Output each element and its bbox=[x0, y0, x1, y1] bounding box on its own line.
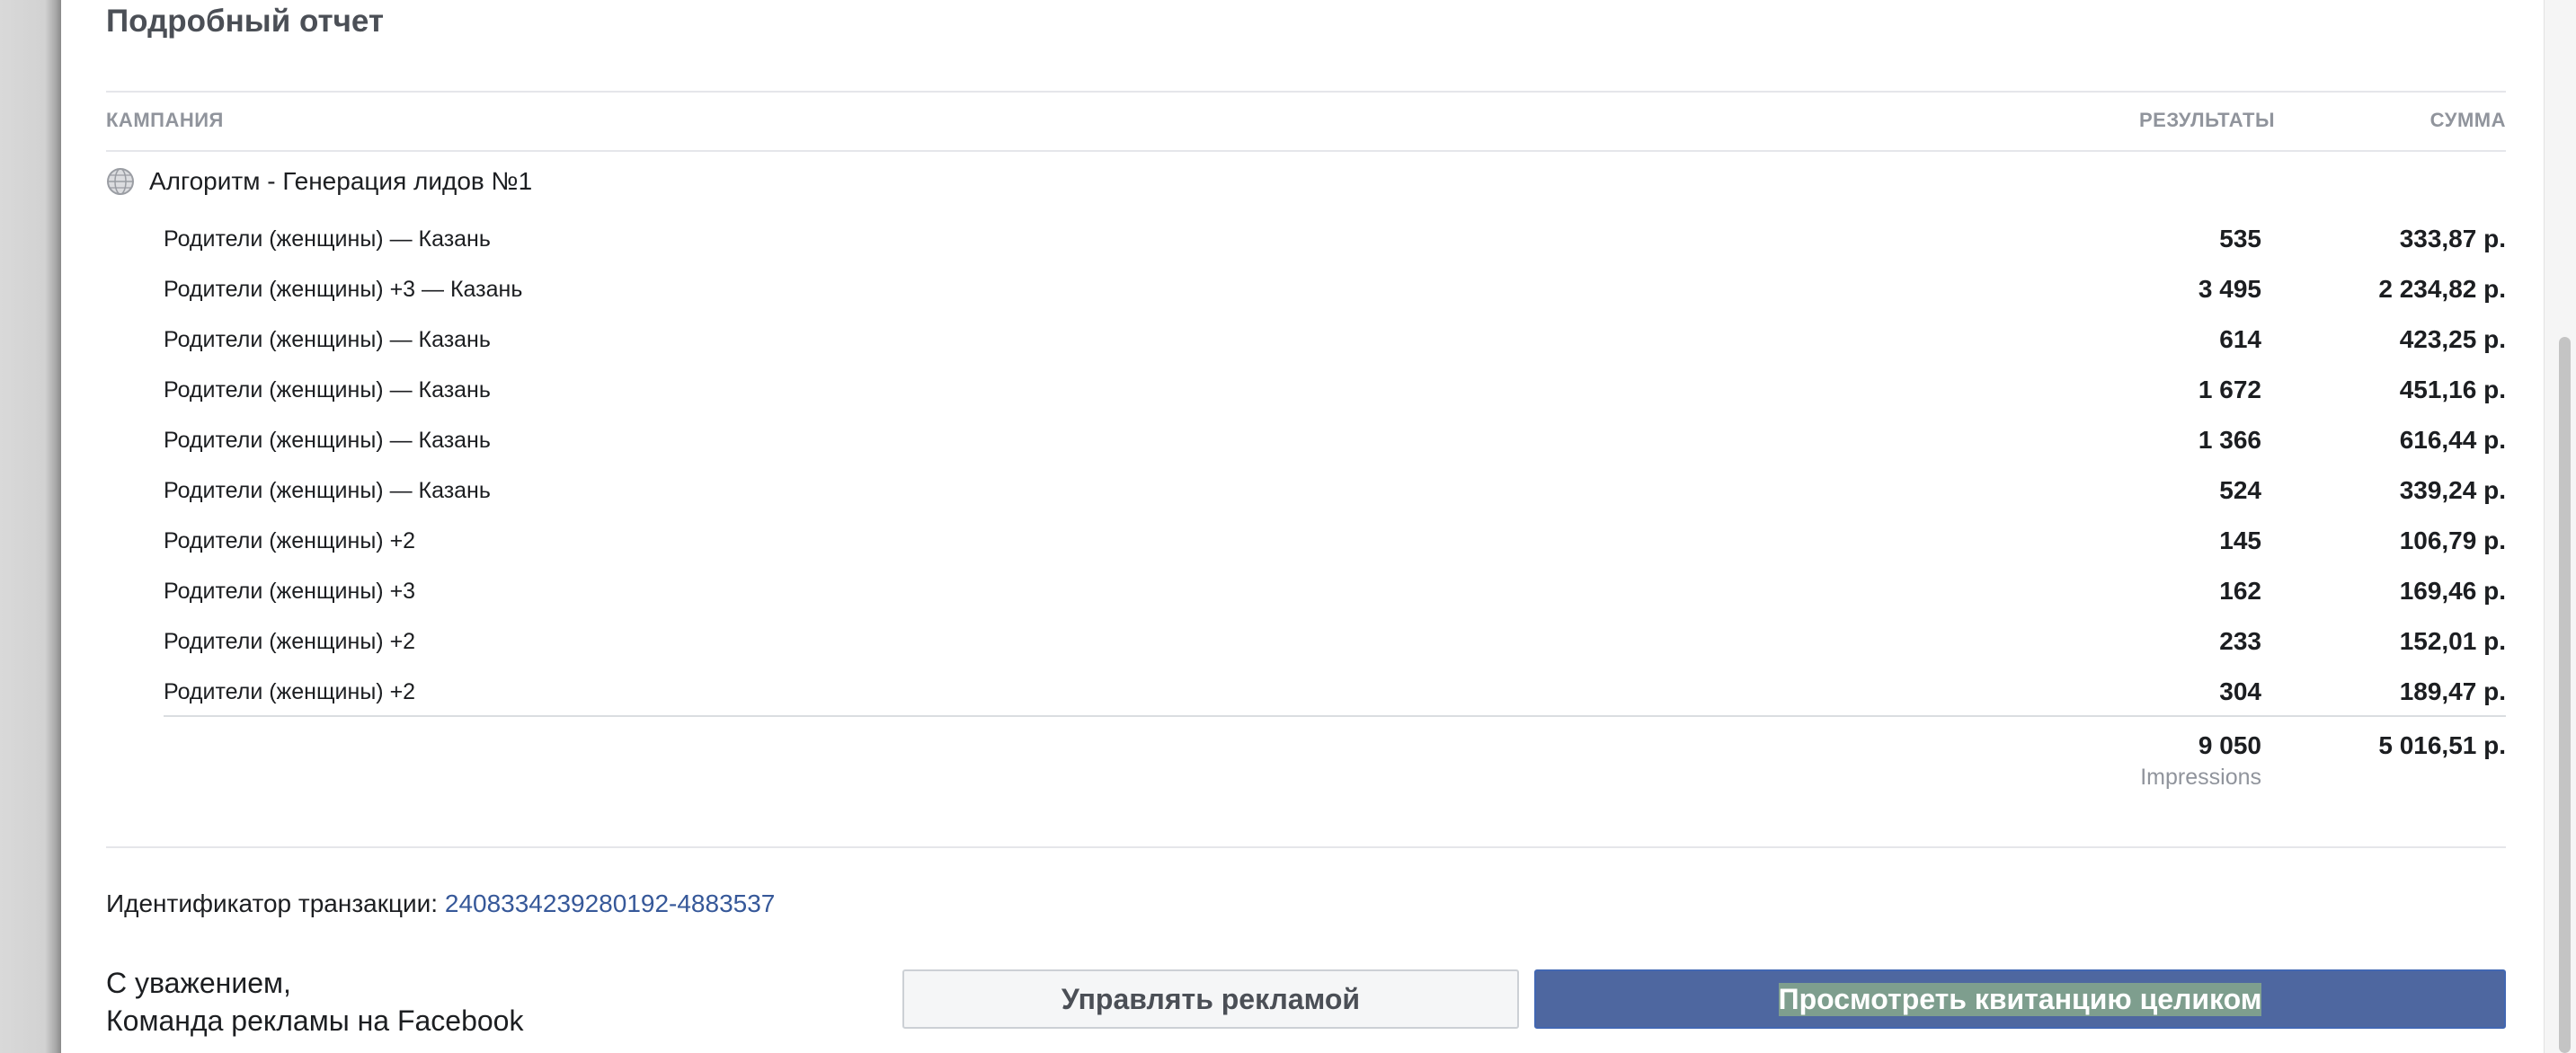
ad-set-name: Родители (женщины) +2 bbox=[164, 679, 416, 704]
ad-set-name: Родители (женщины) — Казань bbox=[164, 428, 491, 453]
table-row: Родители (женщины) +2 233 152,01 р. bbox=[106, 618, 2506, 668]
ad-set-name: Родители (женщины) — Казань bbox=[164, 478, 491, 503]
ad-set-amount: 616,44 р. bbox=[2399, 426, 2506, 454]
table-row: Родители (женщины) — Казань 614 423,25 р… bbox=[106, 316, 2506, 367]
divider bbox=[106, 846, 2506, 848]
divider bbox=[106, 150, 2506, 152]
total-divider bbox=[164, 715, 2506, 717]
table-row: Родители (женщины) — Казань 1 366 616,44… bbox=[106, 417, 2506, 467]
ad-set-amount: 451,16 р. bbox=[2399, 376, 2506, 403]
campaign-row: Алгоритм - Генерация лидов №1 bbox=[106, 164, 532, 199]
ad-set-results: 524 bbox=[2219, 476, 2261, 504]
table-row: Родители (женщины) +3 162 169,46 р. bbox=[106, 568, 2506, 618]
view-receipt-button[interactable]: Просмотреть квитанцию целиком bbox=[1534, 969, 2506, 1029]
ad-set-amount: 423,25 р. bbox=[2399, 325, 2506, 353]
ad-set-amount: 339,24 р. bbox=[2399, 476, 2506, 504]
ad-set-results: 614 bbox=[2219, 325, 2261, 353]
table-row: Родители (женщины) +2 145 106,79 р. bbox=[106, 518, 2506, 568]
transaction-id-link[interactable]: 2408334239280192-4883537 bbox=[445, 889, 776, 917]
ad-set-results: 304 bbox=[2219, 677, 2261, 705]
signoff-greeting: С уважением, bbox=[106, 967, 291, 999]
signoff-team: Команда рекламы на Facebook bbox=[106, 1004, 524, 1037]
ad-set-results: 145 bbox=[2219, 526, 2261, 554]
column-header-campaign: КАМПАНИЯ bbox=[106, 109, 224, 131]
table-row: Родители (женщины) +2 304 189,47 р. bbox=[106, 668, 2506, 719]
email-sheet: Подробный отчет КАМПАНИЯ РЕЗУЛЬТАТЫ СУММ… bbox=[61, 0, 2544, 1053]
ad-set-amount: 2 234,82 р. bbox=[2378, 275, 2506, 303]
ad-set-name: Родители (женщины) +2 bbox=[164, 629, 416, 654]
ad-set-amount: 189,47 р. bbox=[2399, 677, 2506, 705]
signoff: С уважением, Команда рекламы на Facebook bbox=[106, 964, 523, 1040]
globe-icon bbox=[107, 168, 134, 195]
ad-set-name: Родители (женщины) +3 — Казань bbox=[164, 277, 523, 302]
scrollbar-thumb[interactable] bbox=[2559, 337, 2571, 1053]
report-title: Подробный отчет bbox=[106, 4, 385, 39]
table-row: Родители (женщины) — Казань 524 339,24 р… bbox=[106, 467, 2506, 518]
view-receipt-label: Просмотреть квитанцию целиком bbox=[1778, 982, 2262, 1016]
transaction-line: Идентификатор транзакции: 24083342392801… bbox=[106, 889, 775, 918]
ad-set-amount: 333,87 р. bbox=[2399, 225, 2506, 252]
transaction-label: Идентификатор транзакции: bbox=[106, 889, 445, 917]
divider bbox=[106, 91, 2506, 93]
ad-set-name: Родители (женщины) — Казань bbox=[164, 226, 491, 252]
ad-set-results: 535 bbox=[2219, 225, 2261, 252]
table-row: Родители (женщины) — Казань 1 672 451,16… bbox=[106, 367, 2506, 417]
manage-ads-button[interactable]: Управлять рекламой bbox=[902, 969, 1519, 1029]
ad-set-results: 1 672 bbox=[2198, 376, 2261, 403]
campaign-name: Алгоритм - Генерация лидов №1 bbox=[149, 167, 533, 195]
column-header-results: РЕЗУЛЬТАТЫ bbox=[2139, 109, 2275, 131]
table-row: Родители (женщины) — Казань 535 333,87 р… bbox=[106, 216, 2506, 266]
total-results: 9 050 bbox=[2198, 731, 2261, 759]
ad-set-results: 162 bbox=[2219, 577, 2261, 605]
total-amount: 5 016,51 р. bbox=[2378, 731, 2506, 759]
report-content: Подробный отчет КАМПАНИЯ РЕЗУЛЬТАТЫ СУММ… bbox=[106, 0, 2506, 1053]
ad-set-name: Родители (женщины) — Казань bbox=[164, 327, 491, 352]
ad-set-results: 1 366 bbox=[2198, 426, 2261, 454]
background-shadow bbox=[0, 0, 61, 1053]
ad-set-name: Родители (женщины) +3 bbox=[164, 579, 416, 604]
ad-set-amount: 169,46 р. bbox=[2399, 577, 2506, 605]
ad-set-amount: 106,79 р. bbox=[2399, 526, 2506, 554]
table-row: Родители (женщины) +3 — Казань 3 495 2 2… bbox=[106, 266, 2506, 316]
manage-ads-label: Управлять рекламой bbox=[1061, 982, 1361, 1015]
ad-set-results: 3 495 bbox=[2198, 275, 2261, 303]
column-header-amount: СУММА bbox=[2429, 109, 2506, 131]
ad-set-name: Родители (женщины) — Казань bbox=[164, 377, 491, 403]
total-results-unit: Impressions bbox=[2140, 765, 2261, 790]
ad-set-amount: 152,01 р. bbox=[2399, 627, 2506, 655]
ad-set-name: Родители (женщины) +2 bbox=[164, 528, 416, 553]
ad-set-results: 233 bbox=[2219, 627, 2261, 655]
